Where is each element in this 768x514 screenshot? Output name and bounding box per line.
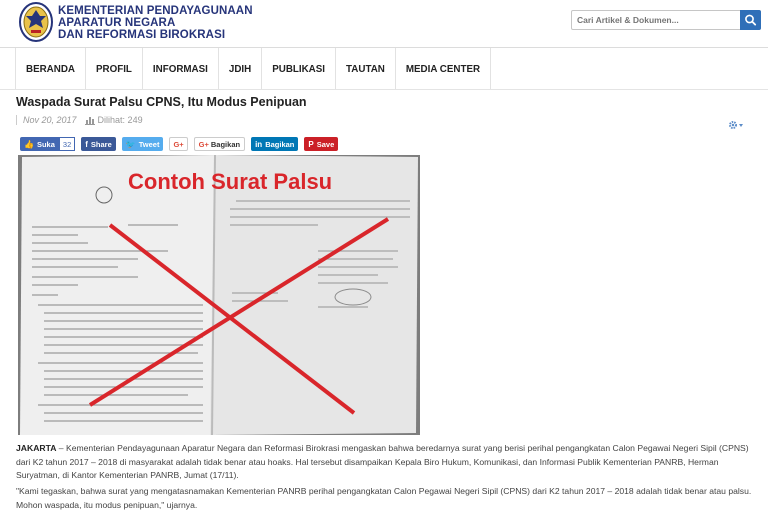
facebook-like-button[interactable]: 👍 Suka 32 bbox=[20, 137, 76, 151]
google-plus-icon: G+ bbox=[198, 139, 209, 149]
nav-item-publikasi[interactable]: PUBLIKASI bbox=[261, 48, 335, 90]
search-box bbox=[571, 10, 761, 30]
facebook-like-label: Suka bbox=[36, 139, 55, 149]
paragraph-1-text: – Kementerian Pendayagunaan Aparatur Neg… bbox=[16, 443, 749, 480]
twitter-bird-icon: 🐦 bbox=[125, 139, 136, 149]
article-date: Nov 20, 2017 bbox=[23, 115, 77, 125]
facebook-share-label: Share bbox=[90, 139, 112, 149]
dateline: JAKARTA bbox=[16, 443, 57, 453]
fake-letter-photo: Contoh Surat Palsu bbox=[18, 155, 420, 435]
tweet-label: Tweet bbox=[138, 139, 160, 149]
article-views: Dilihat: 249 bbox=[97, 115, 143, 125]
tweet-button[interactable]: 🐦 Tweet bbox=[121, 137, 164, 151]
google-plus-share-label: Bagikan bbox=[210, 139, 241, 149]
google-plus-button[interactable]: G+ bbox=[169, 137, 188, 151]
nav-item-media-center[interactable]: MEDIA CENTER bbox=[394, 48, 492, 90]
article-title: Waspada Surat Palsu CPNS, Itu Modus Peni… bbox=[16, 95, 307, 109]
main-nav: BERANDA PROFIL INFORMASI JDIH PUBLIKASI … bbox=[15, 48, 492, 90]
pinterest-save-label: Save bbox=[316, 139, 335, 149]
share-bar: 👍 Suka 32 f Share 🐦 Tweet G+ G+ Bagikan … bbox=[20, 137, 344, 151]
article-meta: Nov 20, 2017 Dilihat: 249 bbox=[16, 115, 143, 125]
nav-item-beranda[interactable]: BERANDA bbox=[15, 48, 85, 90]
pinterest-save-button[interactable]: P Save bbox=[304, 137, 339, 151]
search-button[interactable] bbox=[740, 10, 761, 30]
linkedin-share-button[interactable]: in Bagikan bbox=[251, 137, 299, 151]
image-caption: Contoh Surat Palsu bbox=[128, 169, 332, 194]
settings-gear-icon[interactable] bbox=[728, 120, 744, 130]
google-plus-label: G+ bbox=[173, 139, 184, 149]
pinterest-icon: P bbox=[308, 139, 314, 149]
article-paragraph-1: JAKARTA – Kementerian Pendayagunaan Apar… bbox=[16, 442, 756, 483]
linkedin-share-label: Bagikan bbox=[265, 139, 295, 149]
ministry-line-2: APARATUR NEGARA bbox=[58, 17, 176, 30]
garuda-emblem-icon[interactable] bbox=[19, 2, 53, 42]
article-image: Contoh Surat Palsu bbox=[18, 155, 420, 435]
ministry-line-3: DAN REFORMASI BIROKRASI bbox=[58, 29, 226, 42]
search-input[interactable] bbox=[572, 11, 741, 29]
ministry-name[interactable]: KEMENTERIAN PENDAYAGUNAAN APARATUR NEGAR… bbox=[58, 5, 253, 42]
linkedin-icon: in bbox=[255, 139, 263, 149]
facebook-icon: f bbox=[85, 139, 88, 149]
meta-separator bbox=[16, 115, 17, 125]
nav-item-tautan[interactable]: TAUTAN bbox=[335, 48, 395, 90]
ministry-line-1: KEMENTERIAN PENDAYAGUNAAN bbox=[58, 5, 253, 17]
nav-divider bbox=[0, 89, 768, 90]
google-plus-share-button[interactable]: G+ Bagikan bbox=[193, 137, 246, 151]
nav-item-jdih[interactable]: JDIH bbox=[217, 48, 261, 90]
facebook-like-count: 32 bbox=[58, 137, 76, 151]
nav-item-profil[interactable]: PROFIL bbox=[85, 48, 142, 90]
nav-item-informasi[interactable]: INFORMASI bbox=[141, 48, 218, 90]
article-paragraph-2: "Kami tegaskan, bahwa surat yang mengata… bbox=[16, 486, 752, 510]
site-header: KEMENTERIAN PENDAYAGUNAAN APARATUR NEGAR… bbox=[0, 0, 768, 48]
search-icon bbox=[745, 14, 757, 26]
bar-chart-icon bbox=[84, 116, 95, 125]
facebook-share-button[interactable]: f Share bbox=[81, 137, 116, 151]
thumbs-up-icon: 👍 bbox=[24, 139, 34, 149]
